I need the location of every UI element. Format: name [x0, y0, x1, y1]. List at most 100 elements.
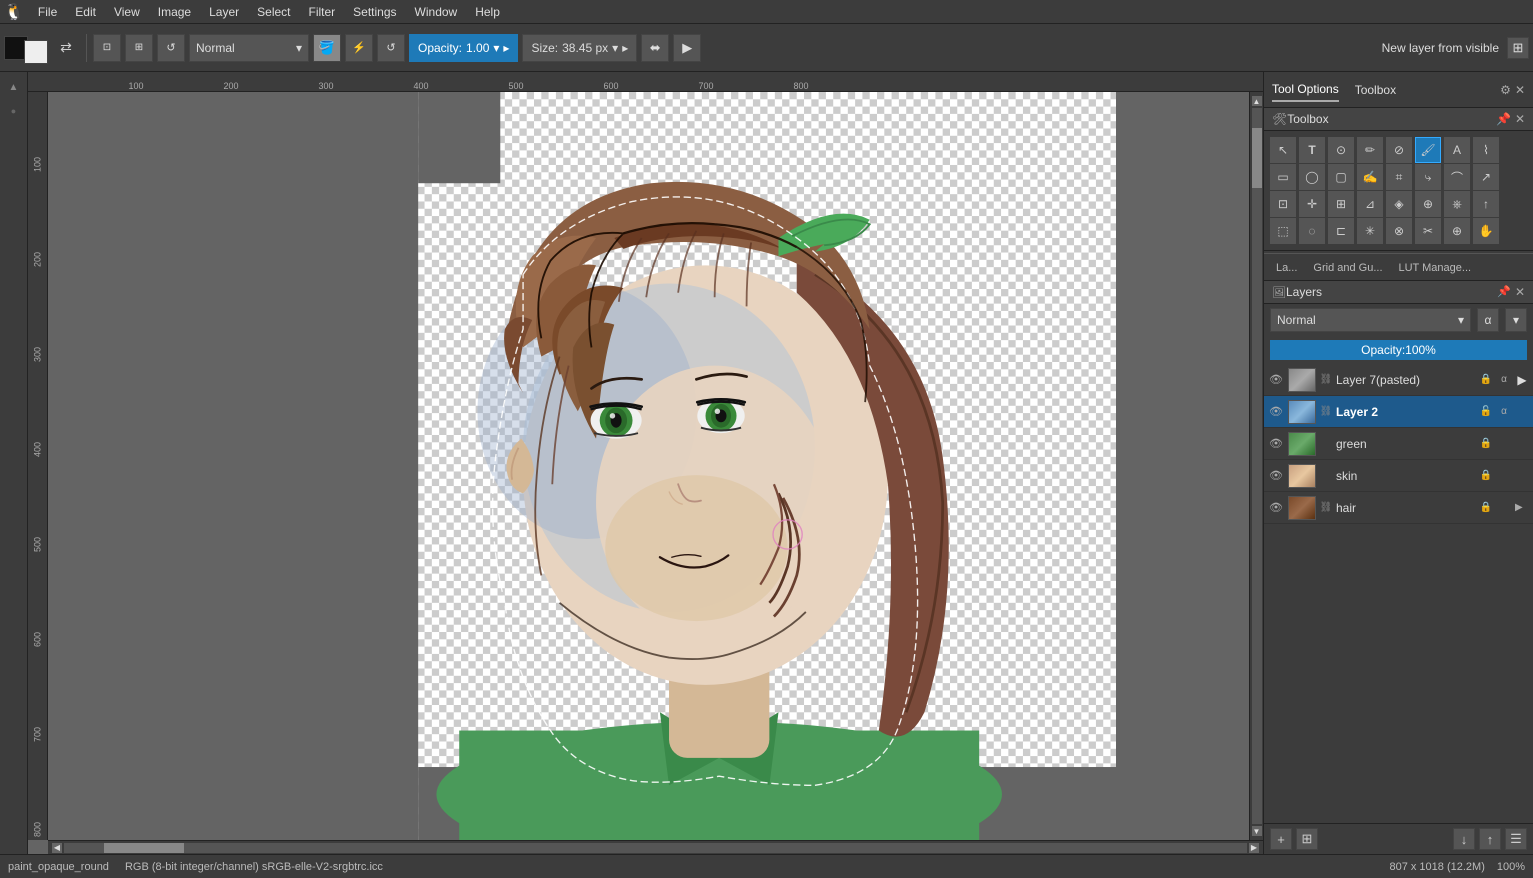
panel-close[interactable]: ✕	[1515, 83, 1525, 97]
hscroll-thumb[interactable]	[104, 843, 184, 853]
menu-filter[interactable]: Filter	[301, 3, 344, 21]
layer-lock-skin[interactable]: 🔒	[1479, 469, 1493, 483]
layer-row-7pasted[interactable]: 👁 ⛓ Layer 7(pasted) 🔒 α ▶	[1264, 364, 1533, 396]
tool-arc[interactable]: ⌒	[1444, 164, 1470, 190]
layers-mode-dropdown[interactable]: Normal ▾	[1270, 308, 1471, 332]
layer-lock-green[interactable]: 🔒	[1479, 437, 1493, 451]
tool-move[interactable]: ✛	[1299, 191, 1325, 217]
toolbox-close[interactable]: ✕	[1515, 112, 1525, 126]
layer-row-skin[interactable]: 👁 ⛓ skin 🔒 α	[1264, 460, 1533, 492]
tab-lut-manager[interactable]: LUT Manage...	[1393, 260, 1478, 276]
tool-bezier[interactable]: ⌗	[1386, 164, 1412, 190]
layer-move-down-btn[interactable]: ↓	[1453, 828, 1475, 850]
blend-mode-dropdown[interactable]: Normal ▾	[189, 34, 309, 62]
menu-settings[interactable]: Settings	[345, 3, 404, 21]
layer-visibility-7[interactable]: 👁	[1268, 372, 1284, 388]
layer-add-btn[interactable]: +	[1270, 828, 1292, 850]
layers-opacity-bar[interactable]: Opacity: 100%	[1270, 340, 1527, 360]
layer-lock-2[interactable]: 🔓	[1479, 405, 1493, 419]
tool-scale[interactable]: ⊡	[1270, 191, 1296, 217]
paint-dynamics[interactable]: ⚡	[345, 34, 373, 62]
tool-smudge[interactable]: ↑	[1473, 191, 1499, 217]
tool-rect[interactable]: ▭	[1270, 164, 1296, 190]
tab-grid-guides[interactable]: Grid and Gu...	[1307, 260, 1388, 276]
layer-alpha-hair[interactable]: α	[1497, 501, 1511, 515]
layer-extra-btn[interactable]: ▾	[1505, 308, 1527, 332]
tool-diagonal[interactable]: ↗	[1473, 164, 1499, 190]
history-back[interactable]: ↺	[157, 34, 185, 62]
tool-scissors[interactable]: ✂	[1415, 218, 1441, 244]
tab-tool-options[interactable]: Tool Options	[1272, 78, 1339, 102]
new-layer-visible-btn[interactable]: ⊞	[1507, 37, 1529, 59]
layer-duplicate-btn[interactable]: ⊞	[1296, 828, 1318, 850]
layer-visibility-2[interactable]: 👁	[1268, 404, 1284, 420]
tool-type2[interactable]: A	[1444, 137, 1470, 163]
panel-configure[interactable]: ⚙	[1500, 83, 1511, 97]
menu-image[interactable]: Image	[150, 3, 199, 21]
tool-rect-select2[interactable]: ⬚	[1270, 218, 1296, 244]
tool-path[interactable]: ⌇	[1473, 137, 1499, 163]
vertical-scrollbar[interactable]: ▲ ▼	[1249, 92, 1263, 840]
tool-pan[interactable]: ✋	[1473, 218, 1499, 244]
layer-more-7[interactable]: ▶	[1515, 373, 1529, 387]
reset-colors[interactable]: ⊡	[93, 34, 121, 62]
menu-layer[interactable]: Layer	[201, 3, 247, 21]
horizontal-scrollbar[interactable]: ◀ ▶	[48, 840, 1263, 854]
tool-freehand-select[interactable]: ⊏	[1328, 218, 1354, 244]
tool-round-rect[interactable]: ▢	[1328, 164, 1354, 190]
pattern-fill[interactable]: ⊞	[125, 34, 153, 62]
tool-eraser[interactable]: ◈	[1386, 191, 1412, 217]
layer-alpha-green[interactable]: α	[1497, 437, 1511, 451]
menu-edit[interactable]: Edit	[67, 3, 104, 21]
hscroll-right[interactable]: ▶	[1249, 843, 1259, 853]
scroll-up[interactable]: ▲	[3, 76, 25, 98]
tool-line-erase[interactable]: ⊘	[1386, 137, 1412, 163]
hscroll-left[interactable]: ◀	[52, 843, 62, 853]
layer-lock-7[interactable]: 🔒	[1479, 373, 1493, 387]
menu-view[interactable]: View	[106, 3, 148, 21]
tool-path2[interactable]: ⤷	[1415, 164, 1441, 190]
layer-lock-hair[interactable]: 🔒	[1479, 501, 1493, 515]
tool-select-color[interactable]: ⊗	[1386, 218, 1412, 244]
layers-close[interactable]: ✕	[1515, 285, 1525, 299]
tool-text[interactable]: T	[1299, 137, 1325, 163]
hscroll-track[interactable]	[64, 843, 1247, 853]
tool-pencil[interactable]: ✏	[1357, 137, 1383, 163]
tool-ellipse[interactable]: ◯	[1299, 164, 1325, 190]
color-swap[interactable]: ⇄	[52, 34, 80, 62]
tool-clone[interactable]: ⎈	[1444, 191, 1470, 217]
tool-zoom[interactable]: ⊕	[1444, 218, 1470, 244]
menu-select[interactable]: Select	[249, 3, 298, 21]
tool-fuzzy-select[interactable]: ✳	[1357, 218, 1383, 244]
tool-pointer[interactable]: ↖	[1270, 137, 1296, 163]
paint-bucket[interactable]: 🪣	[313, 34, 341, 62]
layer-visibility-green[interactable]: 👁	[1268, 436, 1284, 452]
layer-visibility-hair[interactable]: 👁	[1268, 500, 1284, 516]
tool-shear[interactable]: ⊿	[1357, 191, 1383, 217]
menu-window[interactable]: Window	[407, 3, 466, 21]
layer-alpha-7[interactable]: α	[1497, 373, 1511, 387]
vscroll-thumb[interactable]	[1252, 128, 1262, 188]
opacity-control[interactable]: Opacity: 1.00 ▾ ▸	[409, 34, 518, 62]
menu-file[interactable]: File	[30, 3, 65, 21]
size-control[interactable]: Size: 38.45 px ▾ ▸	[522, 34, 637, 62]
vscroll-up[interactable]: ▲	[1252, 96, 1262, 106]
layer-alpha-2[interactable]: α	[1497, 405, 1511, 419]
menu-help[interactable]: Help	[467, 3, 508, 21]
tool-eyedropper[interactable]: ⊙	[1328, 137, 1354, 163]
layers-pin[interactable]: 📌	[1497, 285, 1511, 299]
layer-menu-btn[interactable]: ☰	[1505, 828, 1527, 850]
tab-layers[interactable]: La...	[1270, 260, 1303, 276]
tool-heal[interactable]: ⊕	[1415, 191, 1441, 217]
flip-vertical[interactable]: ▶	[673, 34, 701, 62]
layer-row-green[interactable]: 👁 ⛓ green 🔒 α	[1264, 428, 1533, 460]
layer-row-hair[interactable]: 👁 ⛓ hair 🔒 α ▶	[1264, 492, 1533, 524]
layer-more-2[interactable]	[1515, 405, 1529, 419]
vscroll-down[interactable]: ▼	[1252, 826, 1262, 836]
layer-alpha-skin[interactable]: α	[1497, 469, 1511, 483]
layer-alpha-lock[interactable]: α	[1477, 308, 1499, 332]
tab-toolbox[interactable]: Toolbox	[1355, 79, 1396, 101]
reset-dynamics[interactable]: ↺	[377, 34, 405, 62]
toolbox-pin[interactable]: 📌	[1496, 112, 1511, 126]
tool-transform[interactable]: ⊞	[1328, 191, 1354, 217]
